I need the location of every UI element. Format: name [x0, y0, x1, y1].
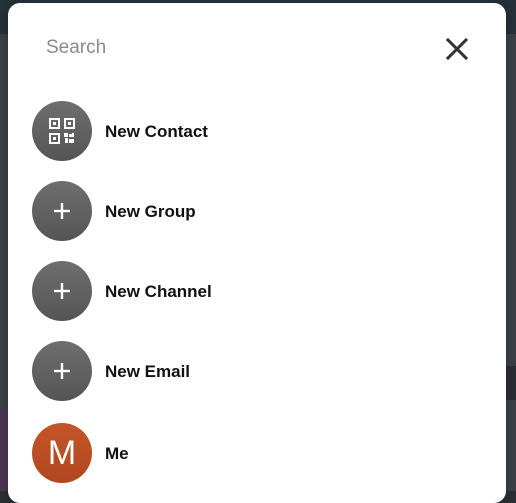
list-item-new-email[interactable]: New Email	[8, 337, 506, 405]
list-item-label: New Contact	[105, 122, 208, 141]
plus-icon	[54, 363, 70, 379]
list-item-label: New Group	[105, 202, 196, 221]
list-item-label: New Email	[105, 362, 191, 381]
plus-icon	[54, 203, 70, 219]
list-item-label: Me	[105, 444, 129, 463]
close-icon	[445, 37, 469, 61]
new-channel-avatar	[32, 261, 92, 321]
list-item-me[interactable]: M Me	[8, 419, 506, 487]
close-button[interactable]	[442, 34, 472, 64]
list-item-new-contact[interactable]: New Contact	[8, 97, 506, 165]
new-group-avatar	[32, 181, 92, 241]
backdrop-left-accent	[0, 410, 8, 491]
qr-code-icon	[49, 118, 75, 144]
plus-icon	[54, 283, 70, 299]
list-item-new-group[interactable]: New Group	[8, 177, 506, 245]
backdrop-right-edge	[506, 34, 516, 491]
avatar-letter: M	[47, 434, 77, 472]
list-item-label: New Channel	[105, 282, 212, 301]
search-bar	[8, 3, 506, 87]
search-input[interactable]	[46, 33, 426, 63]
new-contact-avatar	[32, 101, 92, 161]
new-chat-dialog: New Contact New Group New Channel	[8, 3, 506, 503]
list-item-new-channel[interactable]: New Channel	[8, 257, 506, 325]
new-email-avatar	[32, 341, 92, 401]
backdrop-right-accent	[506, 366, 516, 400]
avatar: M	[32, 423, 92, 483]
